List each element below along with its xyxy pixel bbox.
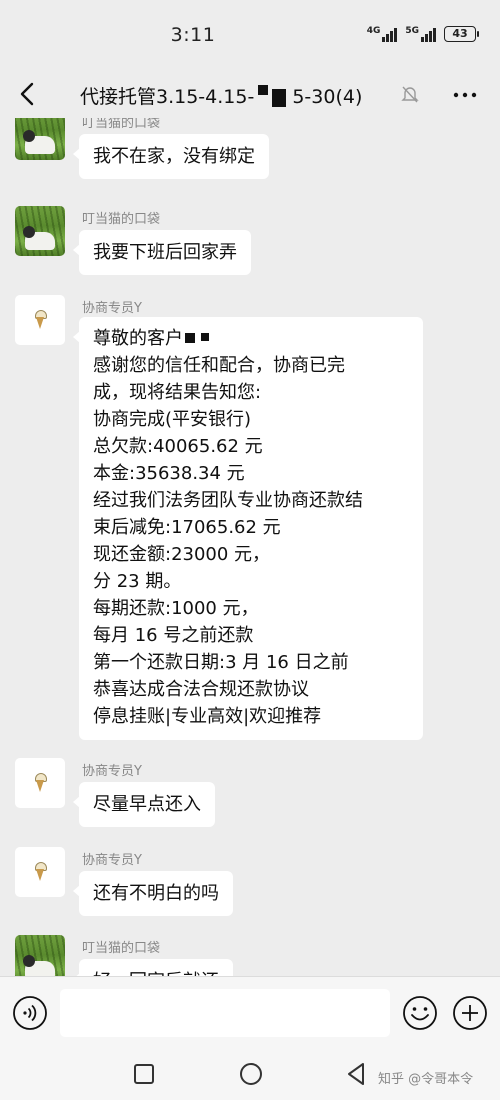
- ice-cream-cone-icon: [34, 310, 47, 330]
- sender-name: 叮当猫的口袋: [82, 118, 161, 131]
- voice-icon[interactable]: [12, 995, 48, 1031]
- message-text-line: 协商完成(平安银行): [93, 409, 252, 430]
- message-text-line: 成，现将结果告知您:: [93, 382, 262, 403]
- battery-icon: 43: [444, 26, 479, 42]
- status-indicators: 4G 5G 43: [367, 26, 479, 42]
- message-text-line: 总欠款:40065.62 元: [93, 436, 263, 457]
- input-bar: [0, 976, 500, 1048]
- message-text-line: 分 23 期。: [93, 571, 182, 592]
- message-text: 还有不明白的吗: [93, 883, 219, 904]
- battery-level: 43: [452, 27, 468, 40]
- back-arrow-icon[interactable]: [14, 80, 42, 108]
- message-text-line: 本金:35638.34 元: [93, 463, 245, 484]
- chat-title-part1: 代接托管3.15-4.15-: [80, 86, 255, 108]
- watermark: 知乎 @令哥本令: [378, 1072, 474, 1087]
- message-text-line: 感谢您的信任和配合，协商已完: [93, 355, 345, 376]
- message-text-line: 恭喜达成合法合规还款协议: [93, 679, 309, 700]
- system-nav-bar: 知乎 @令哥本令: [0, 1048, 500, 1100]
- message-text-line: 第一个还款日期:3 月 16 日之前: [93, 652, 349, 673]
- mute-bell-icon: [401, 86, 419, 103]
- message-bubble[interactable]: 好，回家后就还: [73, 959, 233, 976]
- message-input[interactable]: [60, 989, 390, 1037]
- nav-home-icon[interactable]: [238, 1061, 264, 1087]
- nav-square-icon[interactable]: [132, 1062, 156, 1086]
- sender-name: 协商专员Y: [82, 301, 142, 316]
- message-text-line: 尊敬的客户: [93, 325, 409, 352]
- signal-4g-label: 4G: [366, 26, 381, 36]
- message-text-line: 束后减免:17065.62 元: [93, 517, 281, 538]
- message-bubble[interactable]: 尽量早点还入: [73, 782, 215, 827]
- chat-message-list[interactable]: 叮当猫的口袋 我不在家，没有绑定 叮当猫的口袋 我要下班后回家弄 协商专员Y 尊…: [0, 118, 500, 976]
- message-text: 我不在家，没有绑定: [93, 146, 255, 167]
- avatar[interactable]: [15, 295, 65, 345]
- message-bubble[interactable]: 尊敬的客户 感谢您的信任和配合，协商已完 成，现将结果告知您: 协商完成(平安银…: [73, 317, 423, 740]
- message-text-line: 现还金额:23000 元，: [93, 544, 271, 565]
- emoji-icon[interactable]: [402, 995, 438, 1031]
- status-bar: 3:11 4G 5G 43: [0, 0, 500, 72]
- message-text-line: 每月 16 号之前还款: [93, 625, 254, 646]
- ice-cream-cone-icon: [34, 862, 47, 882]
- sender-name: 叮当猫的口袋: [82, 212, 161, 227]
- chat-title: 代接托管3.15-4.15- 5-30(4): [80, 82, 362, 109]
- signal-5g-label: 5G: [405, 26, 419, 36]
- status-time: 3:11: [170, 24, 216, 46]
- more-dots-icon[interactable]: [452, 86, 478, 104]
- message-bubble[interactable]: 我要下班后回家弄: [73, 230, 251, 275]
- chat-header: 代接托管3.15-4.15- 5-30(4): [0, 72, 500, 118]
- message-text: 尽量早点还入: [93, 794, 201, 815]
- redaction-mark: [183, 331, 213, 345]
- ice-cream-cone-icon: [34, 773, 47, 793]
- avatar[interactable]: [15, 935, 65, 976]
- nav-back-icon[interactable]: [344, 1061, 368, 1087]
- avatar[interactable]: [15, 206, 65, 256]
- plus-icon[interactable]: [452, 995, 488, 1031]
- message-text-line: 停息挂账|专业高效|欢迎推荐: [93, 706, 322, 727]
- signal-4g-icon: 4G: [367, 26, 398, 42]
- message-text-line: 每期还款:1000 元，: [93, 598, 259, 619]
- message-text-line: 经过我们法务团队专业协商还款结: [93, 490, 363, 511]
- sender-name: 叮当猫的口袋: [82, 941, 161, 956]
- message-bubble[interactable]: 还有不明白的吗: [73, 871, 233, 916]
- signal-5g-icon: 5G: [405, 26, 436, 42]
- chat-title-part2: 5-30(4): [292, 86, 363, 108]
- sender-name: 协商专员Y: [82, 764, 142, 779]
- message-text: 我要下班后回家弄: [93, 242, 237, 263]
- sender-name: 协商专员Y: [82, 853, 142, 868]
- message-text: 好，回家后就还: [93, 968, 219, 976]
- message-bubble[interactable]: 我不在家，没有绑定: [73, 134, 269, 179]
- avatar[interactable]: [15, 847, 65, 897]
- avatar[interactable]: [15, 758, 65, 808]
- avatar[interactable]: [15, 118, 65, 160]
- redaction-mark: [256, 85, 290, 107]
